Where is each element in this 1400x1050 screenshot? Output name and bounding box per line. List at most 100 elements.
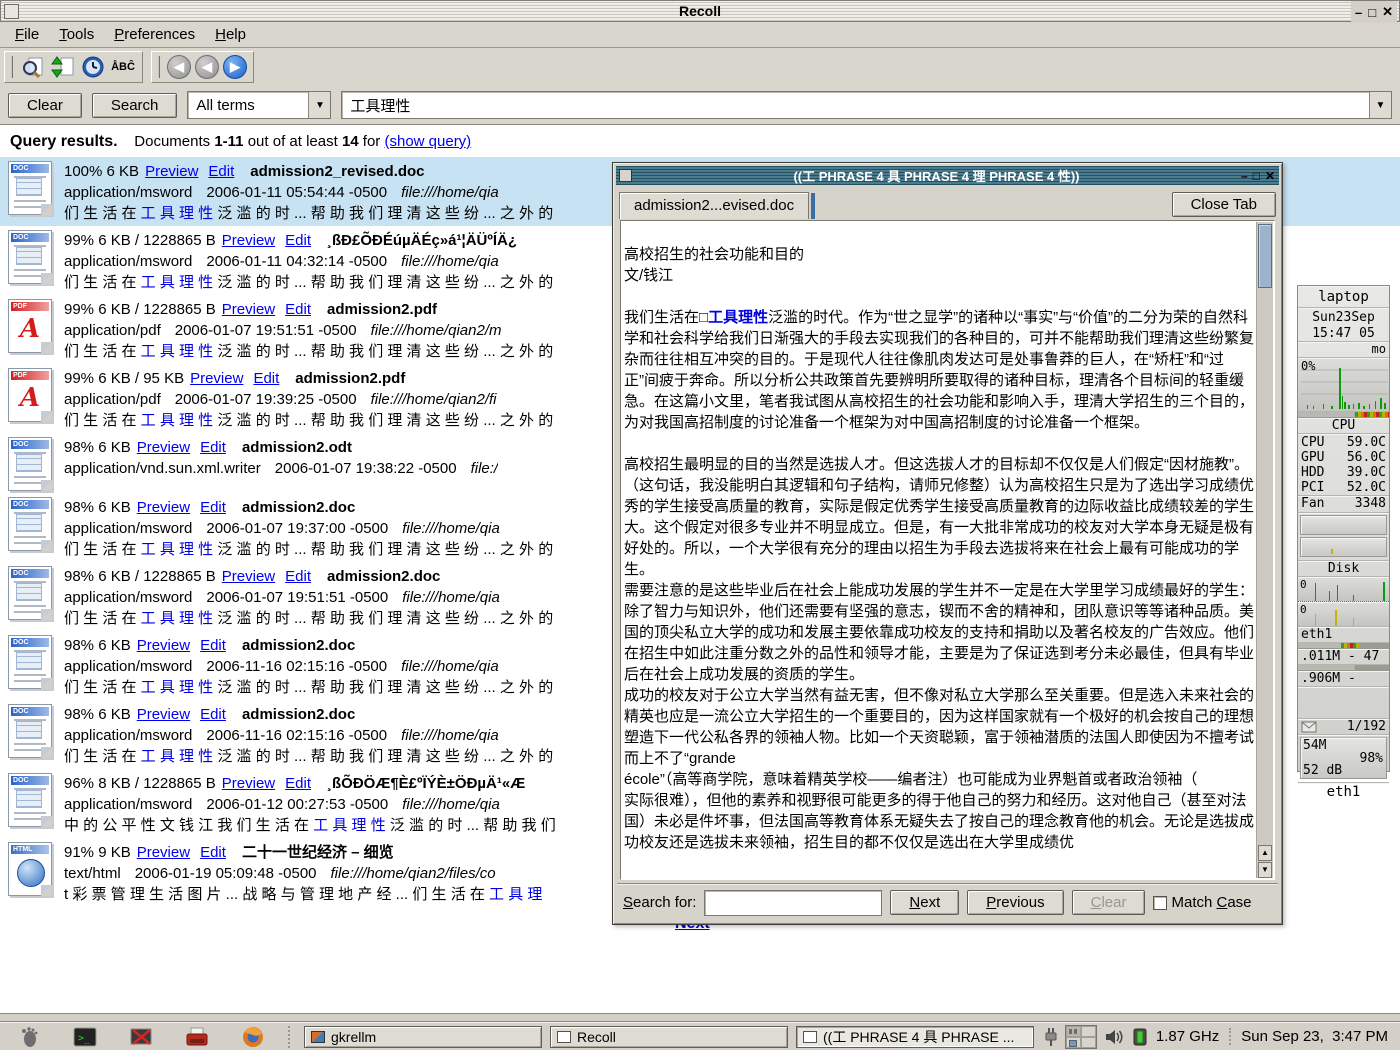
result-snippet: 们 生 活 在 工 具 理 性 泛 滥 的 时 ... 帮 助 我 们 理 清 … [64,539,553,560]
cpu-frequency-icon[interactable] [1131,1027,1149,1047]
toolbar-grip[interactable] [158,56,161,78]
sensor-chart [1298,513,1389,561]
search-input[interactable]: 工具理性 ▼ [341,91,1392,119]
chevron-down-icon[interactable]: ▼ [1369,92,1391,118]
menu-file[interactable]: File [6,24,48,45]
result-mime: application/msword [64,727,192,744]
firefox-icon[interactable] [240,1025,266,1049]
result-snippet: t 彩 票 管 理 生 活 图 片 ... 战 略 与 管 理 地 产 经 ..… [64,884,542,905]
preview-link[interactable]: Preview [222,568,275,585]
clear-button[interactable]: Clear [8,93,82,118]
preview-link[interactable]: Preview [222,775,275,792]
close-tab-button[interactable]: Close Tab [1172,192,1276,217]
toolbar-group-nav: ◀ ◀ ▶ [151,51,254,83]
edit-link[interactable]: Edit [208,163,234,180]
main-titlebar[interactable]: Recoll – □ ✕ [0,0,1400,22]
typewriter-icon[interactable] [184,1025,210,1049]
scrollbar-thumb[interactable] [1258,224,1272,288]
power-plug-icon[interactable] [1044,1027,1058,1047]
result-date: 2006-01-19 05:09:48 -0500 [135,865,317,882]
task-button-recoll[interactable]: Recoll [550,1026,788,1048]
search-button[interactable]: Search [92,93,178,118]
preview-link[interactable]: Preview [137,844,190,861]
preview-link[interactable]: Preview [190,370,243,387]
preview-link[interactable]: Preview [222,301,275,318]
doc-file-icon: DOC [8,230,52,284]
edit-link[interactable]: Edit [285,232,311,249]
workspace-3[interactable] [1066,1037,1081,1048]
preview-link[interactable]: Preview [137,439,190,456]
find-next-button[interactable]: Next [890,890,959,915]
document-history-icon[interactable] [80,54,106,80]
window-menu-icon[interactable] [619,169,632,182]
result-url: file:///home/qia [402,589,500,606]
results-header: Query results. Documents 1-11 out of at … [0,125,1400,157]
result-url: file:///home/qia [401,727,499,744]
preview-link[interactable]: Preview [137,706,190,723]
match-case-checkbox[interactable] [1153,896,1167,910]
workspace-4[interactable] [1081,1037,1096,1048]
search-mode-select[interactable]: All terms ▼ [187,91,331,119]
show-query-link[interactable]: (show query) [384,133,471,150]
preview-link[interactable]: Preview [222,232,275,249]
result-snippet: 们 生 活 在 工 具 理 性 泛 滥 的 时 ... 帮 助 我 们 理 清 … [64,272,553,293]
temperature-readouts: CPU59.0CGPU56.0CHDD39.0CPCI52.0C [1298,434,1389,496]
find-input[interactable] [704,890,882,916]
previous-page-icon[interactable]: ◀ [195,55,219,79]
minimize-icon[interactable]: – [1241,169,1248,183]
maximize-icon[interactable]: □ [1253,169,1260,183]
task-button-preview[interactable]: ((工 PHRASE 4 具 PHRASE ... [796,1026,1034,1048]
first-page-icon[interactable]: ◀ [167,55,191,79]
window-menu-icon[interactable] [4,4,19,19]
terminal-icon[interactable]: >_ [72,1025,98,1049]
workspace-1[interactable] [1066,1026,1081,1037]
edit-link[interactable]: Edit [253,370,279,387]
preview-link[interactable]: Preview [137,499,190,516]
preview-scrollbar[interactable]: ▲ ▼ [1256,222,1273,878]
find-previous-button[interactable]: Previous [967,890,1063,915]
edit-link[interactable]: Edit [285,568,311,585]
html-file-icon: HTML [8,842,52,896]
next-page-icon[interactable]: ▶ [223,55,247,79]
result-relevance-size: 98% 6 KB [64,439,131,456]
preview-content-frame: 高校招生的社会功能和目的文/钱江我们生活在□工具理性泛滥的时代。作为“世之显学”… [620,220,1275,880]
minimize-icon[interactable]: – [1355,5,1362,20]
edit-link[interactable]: Edit [200,637,226,654]
toolbar-grip[interactable] [11,56,14,78]
term-explorer-icon[interactable]: ÅBĈ [110,54,136,80]
maximize-icon[interactable]: □ [1368,5,1376,20]
result-relevance-size: 98% 6 KB [64,499,131,516]
edit-link[interactable]: Edit [200,706,226,723]
scroll-up-icon[interactable]: ▲ [1258,845,1272,861]
volume-icon[interactable] [1104,1028,1124,1046]
taskbar-separator[interactable] [288,1026,294,1048]
chevron-down-icon[interactable]: ▼ [308,92,330,118]
sort-parameters-icon[interactable] [50,54,76,80]
result-snippet: 们 生 活 在 工 具 理 性 泛 滥 的 时 ... 帮 助 我 们 理 清 … [64,341,553,362]
menu-tools[interactable]: Tools [50,24,103,45]
tab-admission2-revised-doc[interactable]: admission2...evised.doc [619,192,809,219]
menu-help[interactable]: Help [206,24,255,45]
close-icon[interactable]: ✕ [1265,169,1275,183]
preview-titlebar[interactable]: ((工 PHRASE 4 具 PHRASE 4 理 PHRASE 4 性)) –… [616,166,1279,185]
edit-link[interactable]: Edit [200,499,226,516]
close-icon[interactable]: ✕ [1382,4,1393,20]
advanced-search-icon[interactable] [20,54,46,80]
task-button-gkrellm[interactable]: gkrellm [304,1026,542,1048]
result-relevance-size: 99% 6 KB / 95 KB [64,370,184,387]
result-url: file:///home/qian2/fi [371,391,497,408]
workspace-2[interactable] [1081,1026,1096,1037]
preview-link[interactable]: Preview [137,637,190,654]
workspace-switcher[interactable] [1065,1025,1097,1049]
edit-link[interactable]: Edit [200,439,226,456]
xkill-icon[interactable] [128,1025,154,1049]
edit-link[interactable]: Edit [285,775,311,792]
gnome-menu-icon[interactable] [16,1025,42,1049]
result-date: 2006-01-07 19:38:22 -0500 [275,460,457,477]
preview-link[interactable]: Preview [145,163,198,180]
edit-link[interactable]: Edit [285,301,311,318]
edit-link[interactable]: Edit [200,844,226,861]
result-title: admission2.doc [242,706,355,723]
menu-preferences[interactable]: Preferences [105,24,204,45]
scroll-down-icon[interactable]: ▼ [1258,862,1272,878]
